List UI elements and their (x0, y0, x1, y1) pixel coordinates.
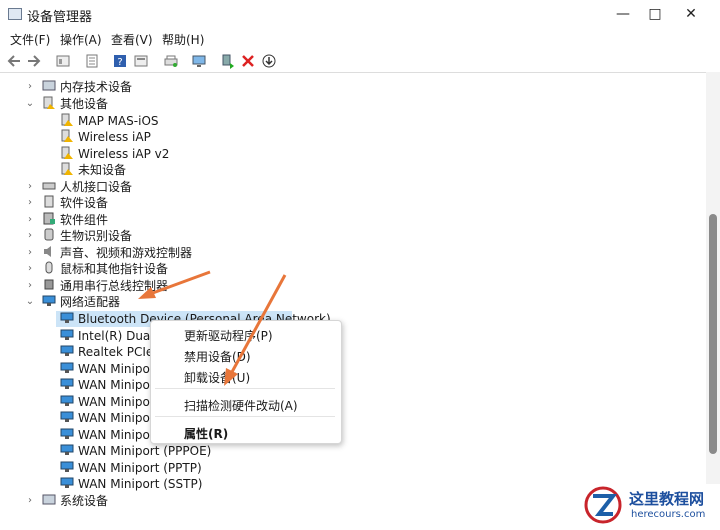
watermark-logo: 这里教程网 herecours.com (571, 484, 720, 527)
orange-arrow-icon (138, 270, 211, 299)
watermark-title: 这里教程网 (629, 490, 705, 508)
annotation-arrows (138, 270, 287, 386)
orange-arrow-icon (224, 274, 287, 386)
watermark-url: herecours.com (631, 509, 706, 520)
